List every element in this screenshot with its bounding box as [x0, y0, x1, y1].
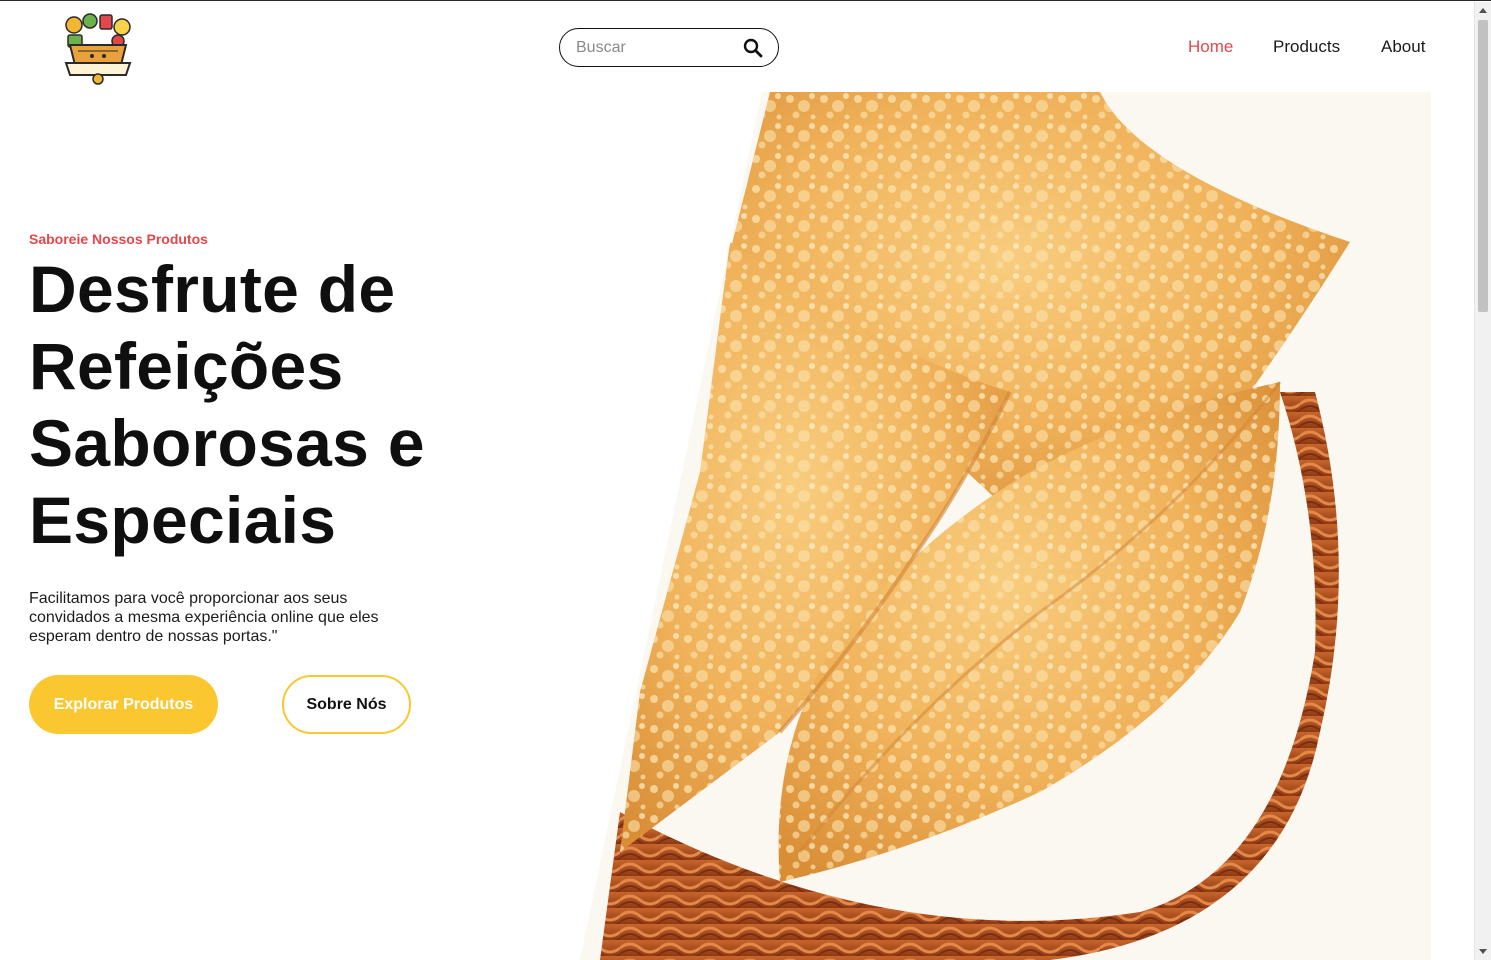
page: Home Products About	[0, 0, 1491, 960]
search-input[interactable]	[576, 38, 736, 57]
nav-link-products[interactable]: Products	[1273, 37, 1340, 57]
vertical-scrollbar[interactable]	[1474, 2, 1491, 960]
logo-basket-icon	[64, 13, 132, 85]
scroll-down-arrow-icon[interactable]	[1479, 949, 1487, 954]
about-us-button[interactable]: Sobre Nós	[282, 675, 411, 734]
scrollbar-thumb[interactable]	[1478, 20, 1488, 312]
hero-eyebrow: Saboreie Nossos Produtos	[29, 231, 208, 247]
nav-link-home[interactable]: Home	[1188, 37, 1233, 57]
search-bar[interactable]	[559, 28, 779, 67]
hero-description: Facilitamos para você proporcionar aos s…	[29, 590, 379, 645]
hero-food-image	[580, 92, 1431, 960]
scroll-up-arrow-icon[interactable]	[1479, 8, 1487, 13]
brand-logo[interactable]	[60, 11, 136, 85]
nav-link-about[interactable]: About	[1381, 37, 1425, 57]
hero-headline: Desfrute de Refeições Saborosas e Especi…	[29, 252, 425, 557]
search-icon[interactable]	[742, 37, 764, 59]
explore-products-button[interactable]: Explorar Produtos	[29, 675, 218, 734]
